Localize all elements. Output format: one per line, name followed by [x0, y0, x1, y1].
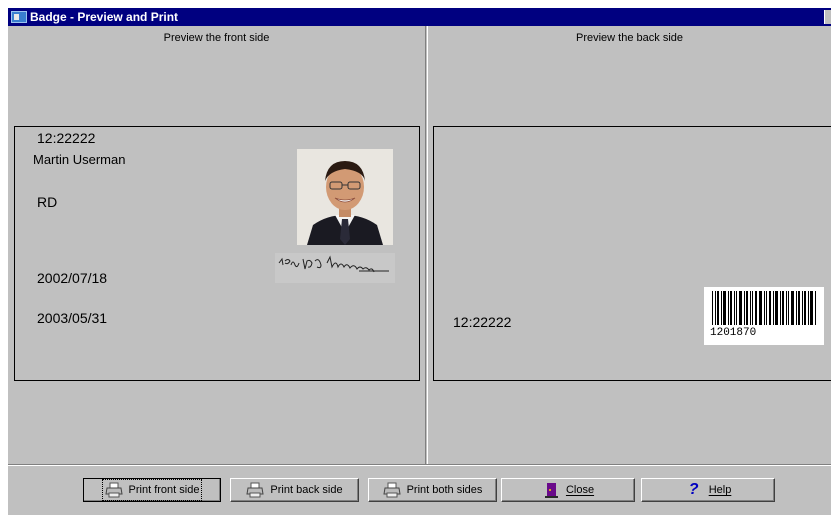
- back-card-preview: 12:22222 1201870: [433, 126, 831, 381]
- title-bar[interactable]: Badge - Preview and Print: [8, 8, 831, 26]
- window-control-button[interactable]: [824, 10, 831, 24]
- print-front-label: Print front side: [128, 484, 200, 496]
- expiry-date: 2003/05/31: [37, 310, 108, 326]
- print-back-button[interactable]: Print back side: [230, 478, 359, 502]
- close-button[interactable]: Close: [501, 478, 635, 502]
- barcode: 1201870: [704, 287, 824, 345]
- print-back-label: Print back side: [270, 484, 343, 496]
- back-preview-pane: Preview the back side 12:22222 1201870: [428, 26, 831, 464]
- exit-door-icon: [542, 482, 560, 498]
- printer-icon: [382, 482, 401, 498]
- print-both-button[interactable]: Print both sides: [368, 478, 497, 502]
- help-label: Help: [708, 484, 732, 496]
- department: RD: [37, 194, 58, 210]
- printer-icon: [104, 482, 123, 498]
- button-bar: Print front side Print back side Print b…: [8, 464, 831, 515]
- print-both-label: Print both sides: [406, 484, 483, 496]
- question-mark-icon: ?: [688, 481, 699, 498]
- printer-icon: [246, 482, 265, 498]
- close-label: Close: [565, 484, 595, 496]
- back-badge-id: 12:22222: [453, 314, 512, 330]
- back-preview-label: Preview the back side: [576, 32, 683, 44]
- badge-window: Badge - Preview and Print Preview the fr…: [8, 8, 831, 515]
- badge-app-icon: [11, 11, 27, 23]
- issue-date: 2002/07/18: [37, 270, 108, 286]
- front-badge-id: 12:22222: [37, 130, 96, 146]
- print-front-button[interactable]: Print front side: [83, 478, 221, 502]
- barcode-bars: [712, 291, 816, 325]
- help-button[interactable]: ? Help: [641, 478, 775, 502]
- window-title: Badge - Preview and Print: [30, 10, 179, 24]
- front-card-preview: 12:22222 Martin Userman RD 2002/07/18 20…: [14, 126, 420, 381]
- holder-name: Martin Userman: [33, 152, 126, 167]
- barcode-number: 1201870: [710, 327, 757, 339]
- front-preview-label: Preview the front side: [163, 32, 270, 44]
- front-preview-pane: Preview the front side 12:22222 Martin U…: [8, 26, 425, 464]
- holder-signature: [275, 253, 395, 283]
- holder-photo: [297, 149, 393, 245]
